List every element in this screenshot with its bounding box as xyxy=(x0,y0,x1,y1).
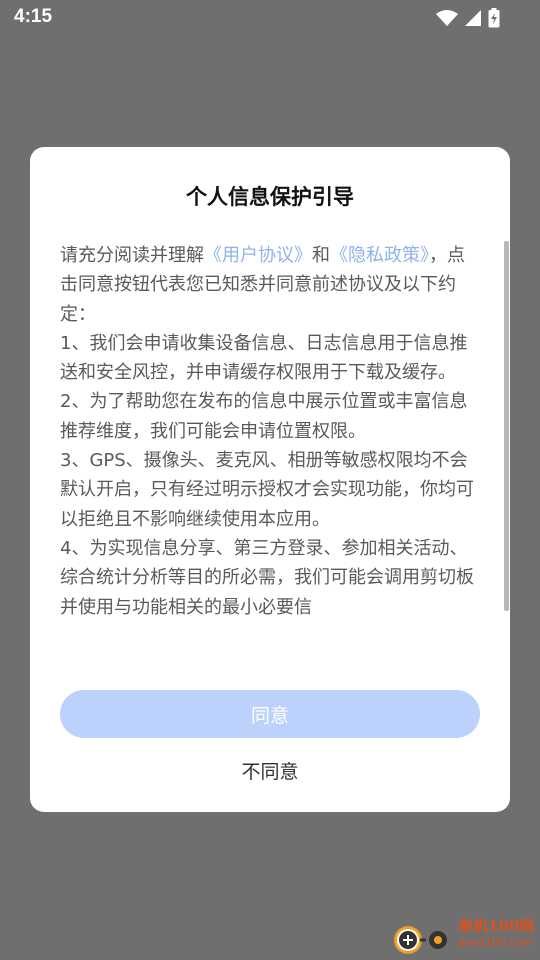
dialog-title: 个人信息保护引导 xyxy=(186,185,354,209)
terms-item-2: 2、为了帮助您在发布的信息中展示位置或丰富信息推荐维度，我们可能会申请位置权限。 xyxy=(60,391,468,442)
terms-item-4: 4、为实现信息分享、第三方登录、参加相关活动、综合统计分析等目的所必需，我们可能… xyxy=(60,537,474,618)
user-agreement-link[interactable]: 《用户协议》 xyxy=(204,245,312,266)
privacy-policy-link[interactable]: 《隐私政策》 xyxy=(330,245,429,266)
body-text: 请充分阅读并理解《用户协议》和《隐私政策》，点击同意按钮代表您已知悉并同意前述协… xyxy=(60,241,480,622)
cellular-signal-icon xyxy=(464,9,482,27)
watermark: 单机100网 danji100.com xyxy=(388,912,540,960)
disagree-button[interactable]: 不同意 xyxy=(170,752,370,788)
watermark-logo-icon xyxy=(390,920,454,958)
and-text: 和 xyxy=(312,245,330,266)
status-bar: 4:15 xyxy=(0,0,540,36)
intro-prefix: 请充分阅读并理解 xyxy=(60,245,204,266)
body-scrollbar[interactable] xyxy=(504,241,509,611)
watermark-url: danji100.com xyxy=(458,936,533,949)
wifi-icon xyxy=(436,9,458,27)
status-time: 4:15 xyxy=(14,6,53,27)
privacy-dialog: 个人信息保护引导 请充分阅读并理解《用户协议》和《隐私政策》，点击同意按钮代表您… xyxy=(30,147,510,812)
watermark-name: 单机100网 xyxy=(458,917,535,935)
terms-item-1: 1、我们会申请收集设备信息、日志信息用于信息推送和安全风控，并申请缓存权限用于下… xyxy=(60,332,468,384)
dialog-body[interactable]: 请充分阅读并理解《用户协议》和《隐私政策》，点击同意按钮代表您已知悉并同意前述协… xyxy=(60,241,480,659)
agree-button[interactable]: 同意 xyxy=(60,690,480,738)
status-icons xyxy=(436,8,500,28)
terms-item-3: 3、GPS、摄像头、麦克风、相册等敏感权限均不会默认开启，只有经过明示授权才会实… xyxy=(60,450,474,530)
battery-charging-icon xyxy=(488,8,500,28)
